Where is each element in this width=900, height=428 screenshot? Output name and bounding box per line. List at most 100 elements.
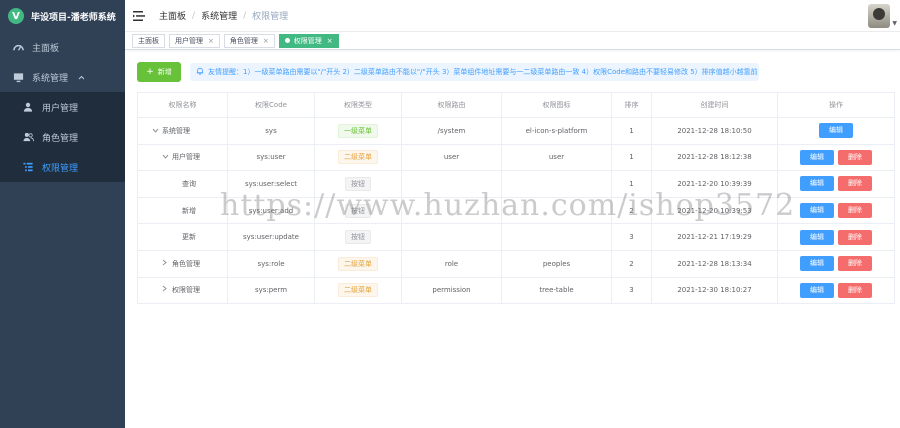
cell-route xyxy=(401,170,502,198)
cell-name: 查询 xyxy=(137,170,228,198)
expand-right-icon[interactable] xyxy=(162,285,172,294)
breadcrumb: 主面板 / 系统管理 / 权限管理 xyxy=(159,9,289,23)
type-badge: 二级菜单 xyxy=(338,150,378,165)
cell-type: 一级菜单 xyxy=(314,117,402,145)
logo-icon: V xyxy=(8,8,24,24)
tag-users[interactable]: 用户管理 × xyxy=(169,33,220,48)
cell-sort: 2 xyxy=(611,250,652,278)
delete-button[interactable]: 删除 xyxy=(838,176,872,192)
cell-created: 2021-12-21 17:19:29 xyxy=(651,223,778,251)
cell-route: /system xyxy=(401,117,502,145)
delete-button[interactable]: 删除 xyxy=(838,256,872,272)
navbar: 主面板 / 系统管理 / 权限管理 ▼ xyxy=(125,0,900,32)
cell-actions: 编辑 删除 xyxy=(777,144,895,172)
cell-sort: 3 xyxy=(611,223,652,251)
brand[interactable]: V 毕设项目-潘老师系统 xyxy=(0,0,125,32)
tag-dashboard[interactable]: 主面板 xyxy=(132,33,165,48)
tag-label: 角色管理 xyxy=(229,36,258,45)
cell-icon: el-icon-s-platform xyxy=(501,117,612,145)
column-header: 操作 xyxy=(777,92,895,118)
sidebar-item-system[interactable]: 系统管理 xyxy=(0,62,125,92)
cell-type: 按钮 xyxy=(314,197,402,225)
breadcrumb-item-current: 权限管理 xyxy=(252,12,289,22)
column-header: 排序 xyxy=(611,92,652,118)
cell-route: user xyxy=(401,144,502,172)
avatar[interactable] xyxy=(868,4,890,28)
cell-name: 权限管理 xyxy=(137,277,228,305)
cell-code: sys:user:update xyxy=(227,223,315,251)
cell-name: 新增 xyxy=(137,197,228,225)
cell-type: 按钮 xyxy=(314,223,402,251)
delete-button[interactable]: 删除 xyxy=(838,149,872,165)
monitor-icon xyxy=(12,71,24,83)
column-header: 创建时间 xyxy=(651,92,778,118)
delete-button[interactable]: 删除 xyxy=(838,203,872,219)
sidebar-item-dashboard[interactable]: 主面板 xyxy=(0,32,125,62)
column-header: 权限Code xyxy=(227,92,315,118)
close-icon[interactable]: × xyxy=(208,37,214,45)
table-row: 新增 sys:user:add 按钮 2 2021-12-20 10:39:53 编辑 删除 xyxy=(137,197,895,225)
sidebar-item-users[interactable]: 用户管理 xyxy=(0,92,125,122)
toolbar: + 新增 友情提醒：1）一级菜单路由需要以"/"开头 2）二级菜单路由不能以"/… xyxy=(137,62,759,82)
expand-down-icon[interactable] xyxy=(152,127,162,135)
sidebar: V 毕设项目-潘老师系统 主面板 系统管理 用户管理 角色管理 权限管理 xyxy=(0,0,125,428)
column-header: 权限名称 xyxy=(137,92,228,118)
permission-name: 用户管理 xyxy=(172,153,200,162)
sidebar-item-label: 主面板 xyxy=(32,43,60,54)
sidebar-item-label: 系统管理 xyxy=(32,73,69,84)
sidebar-item-label: 权限管理 xyxy=(42,163,79,174)
delete-button[interactable]: 删除 xyxy=(838,282,872,298)
expand-right-icon[interactable] xyxy=(162,259,172,268)
cell-sort: 2 xyxy=(611,197,652,225)
edit-button[interactable]: 编辑 xyxy=(800,229,834,245)
permission-name: 查询 xyxy=(182,179,196,188)
delete-button[interactable]: 删除 xyxy=(838,229,872,245)
edit-button[interactable]: 编辑 xyxy=(800,282,834,298)
type-badge: 按钮 xyxy=(345,230,371,245)
expand-down-icon[interactable] xyxy=(162,153,172,161)
cell-icon xyxy=(501,223,612,251)
tag-roles[interactable]: 角色管理 × xyxy=(223,33,275,48)
edit-button[interactable]: 编辑 xyxy=(800,203,834,219)
cell-code: sys xyxy=(227,117,315,145)
add-button[interactable]: + 新增 xyxy=(137,62,181,82)
table-row: 角色管理 sys:role 二级菜单 role peoples 2 2021-12-28 1… xyxy=(137,250,895,278)
sidebar-item-permissions[interactable]: 权限管理 xyxy=(0,152,125,182)
cell-created: 2021-12-28 18:13:34 xyxy=(651,250,778,278)
caret-down-icon[interactable]: ▼ xyxy=(892,20,897,27)
table-row: 用户管理 sys:user 二级菜单 user user 1 2021-12-28 18:1… xyxy=(137,144,895,172)
hamburger-icon[interactable] xyxy=(133,10,145,22)
type-badge: 二级菜单 xyxy=(338,283,378,298)
table-row: 系统管理 sys 一级菜单/system el-icon-s-platform 1 202… xyxy=(137,117,895,145)
edit-button[interactable]: 编辑 xyxy=(800,176,834,192)
edit-button[interactable]: 编辑 xyxy=(800,256,834,272)
cell-type: 二级菜单 xyxy=(314,277,402,305)
breadcrumb-item-dashboard[interactable]: 主面板 xyxy=(159,9,186,22)
permission-name: 权限管理 xyxy=(172,286,200,295)
tag-label: 主面板 xyxy=(138,36,159,45)
sidebar-item-roles[interactable]: 角色管理 xyxy=(0,122,125,152)
tree-table-icon xyxy=(22,161,34,173)
cell-sort: 3 xyxy=(611,277,652,305)
permission-name: 新增 xyxy=(182,206,196,215)
cell-icon xyxy=(501,170,612,198)
cell-name: 角色管理 xyxy=(137,250,228,278)
close-icon[interactable]: × xyxy=(327,37,333,45)
hint-alert: 友情提醒：1）一级菜单路由需要以"/"开头 2）二级菜单路由不能以"/"开头 3… xyxy=(190,63,759,81)
chevron-up-icon xyxy=(78,73,85,83)
cell-actions: 编辑 删除 xyxy=(777,277,895,305)
cell-actions: 编辑 删除 xyxy=(777,223,895,251)
edit-button[interactable]: 编辑 xyxy=(800,149,834,165)
active-dot-icon xyxy=(284,38,290,43)
table-row: 权限管理 sys:perm 二级菜单 permission tree-table 3 202… xyxy=(137,277,895,305)
breadcrumb-separator: / xyxy=(192,10,196,21)
table-row: 查询 sys:user:select 按钮 1 2021-12-20 10:39:39 编… xyxy=(137,170,895,198)
cell-created: 2021-12-20 10:39:39 xyxy=(651,170,778,198)
edit-button[interactable]: 编辑 xyxy=(819,123,853,139)
cell-created: 2021-12-30 18:10:27 xyxy=(651,277,778,305)
permission-name: 角色管理 xyxy=(172,259,200,268)
column-header: 权限类型 xyxy=(314,92,402,118)
tag-permissions[interactable]: 权限管理 × xyxy=(278,33,339,48)
close-icon[interactable]: × xyxy=(263,37,269,45)
cell-icon: peoples xyxy=(501,250,612,278)
